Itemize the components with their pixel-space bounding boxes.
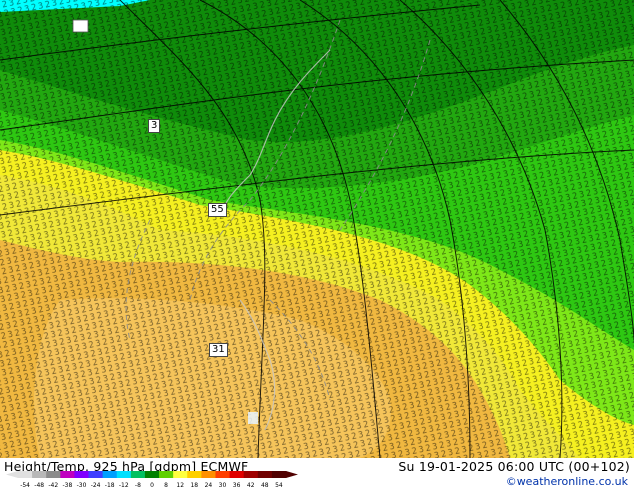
scale-arrow-right <box>286 471 298 478</box>
scale-tick-label: -12 <box>119 482 129 489</box>
scale-tick-label: 36 <box>233 482 241 489</box>
map-label-31: 31 <box>209 343 228 357</box>
map-label-3: 3 <box>148 119 161 133</box>
scale-swatch <box>229 471 245 478</box>
scale-swatch <box>60 471 75 478</box>
scale-tick-label: -48 <box>34 482 44 489</box>
scale-swatch <box>243 471 259 478</box>
footer: Height/Temp. 925 hPa [gdpm] ECMWF Su 19-… <box>0 458 634 490</box>
map-label-55: 55 <box>208 203 227 217</box>
color-scale-ticks: -54 -48 -42 -38 -30 -24 -18 -12 -8 0 8 12 18 24 30 36 42… <box>20 482 283 489</box>
scale-tick-label: 24 <box>205 482 213 489</box>
scale-swatch <box>102 471 118 478</box>
scale-tick-label: 48 <box>261 482 269 489</box>
scale-swatch <box>18 471 33 478</box>
scale-swatch <box>187 471 202 478</box>
city-marker <box>248 412 258 424</box>
scale-tick-label: 54 <box>275 482 283 489</box>
scale-arrow-left <box>6 471 18 478</box>
scale-tick-label: -8 <box>135 482 141 489</box>
scale-tick-label: -54 <box>20 482 30 489</box>
scale-swatch <box>173 471 188 478</box>
scale-tick-label: 8 <box>164 482 168 489</box>
weather-map-frame: 2 3 <box>0 0 634 490</box>
valid-time: Su 19-01-2025 06:00 UTC (00+102) <box>398 459 630 474</box>
scale-tick-label: 12 <box>176 482 184 489</box>
scale-swatch <box>215 471 230 478</box>
scale-swatch <box>74 471 89 478</box>
scale-swatch <box>144 471 160 478</box>
scale-swatch <box>32 471 47 478</box>
scale-tick-label: -42 <box>48 482 58 489</box>
scale-swatch <box>46 471 61 478</box>
color-scale-legend: -54 -48 -42 -38 -30 -24 -18 -12 -8 0 8 12 18 24 30 36 42… <box>6 471 298 489</box>
weather-map: 2 3 <box>0 0 634 458</box>
scale-tick-label: 30 <box>219 482 227 489</box>
value-texture <box>0 0 634 458</box>
scale-tick-label: -18 <box>105 482 115 489</box>
scale-swatch <box>201 471 216 478</box>
scale-swatch <box>130 471 146 478</box>
scale-tick-label: 0 <box>150 482 154 489</box>
scale-tick-label: -30 <box>77 482 87 489</box>
scale-swatch <box>159 471 174 478</box>
color-scale-bars <box>6 471 298 478</box>
scale-tick-label: -24 <box>91 482 101 489</box>
scale-swatch <box>116 471 132 478</box>
map-canvas: 2 3 <box>0 0 634 458</box>
scale-swatch <box>88 471 104 478</box>
credit-link[interactable]: ©weatheronline.co.uk <box>506 475 628 488</box>
scale-tick-label: 18 <box>190 482 198 489</box>
scale-swatch <box>271 471 287 478</box>
scale-tick-label: 42 <box>247 482 255 489</box>
scale-swatch <box>257 471 273 478</box>
station-marker <box>72 19 89 33</box>
scale-tick-label: -38 <box>62 482 72 489</box>
